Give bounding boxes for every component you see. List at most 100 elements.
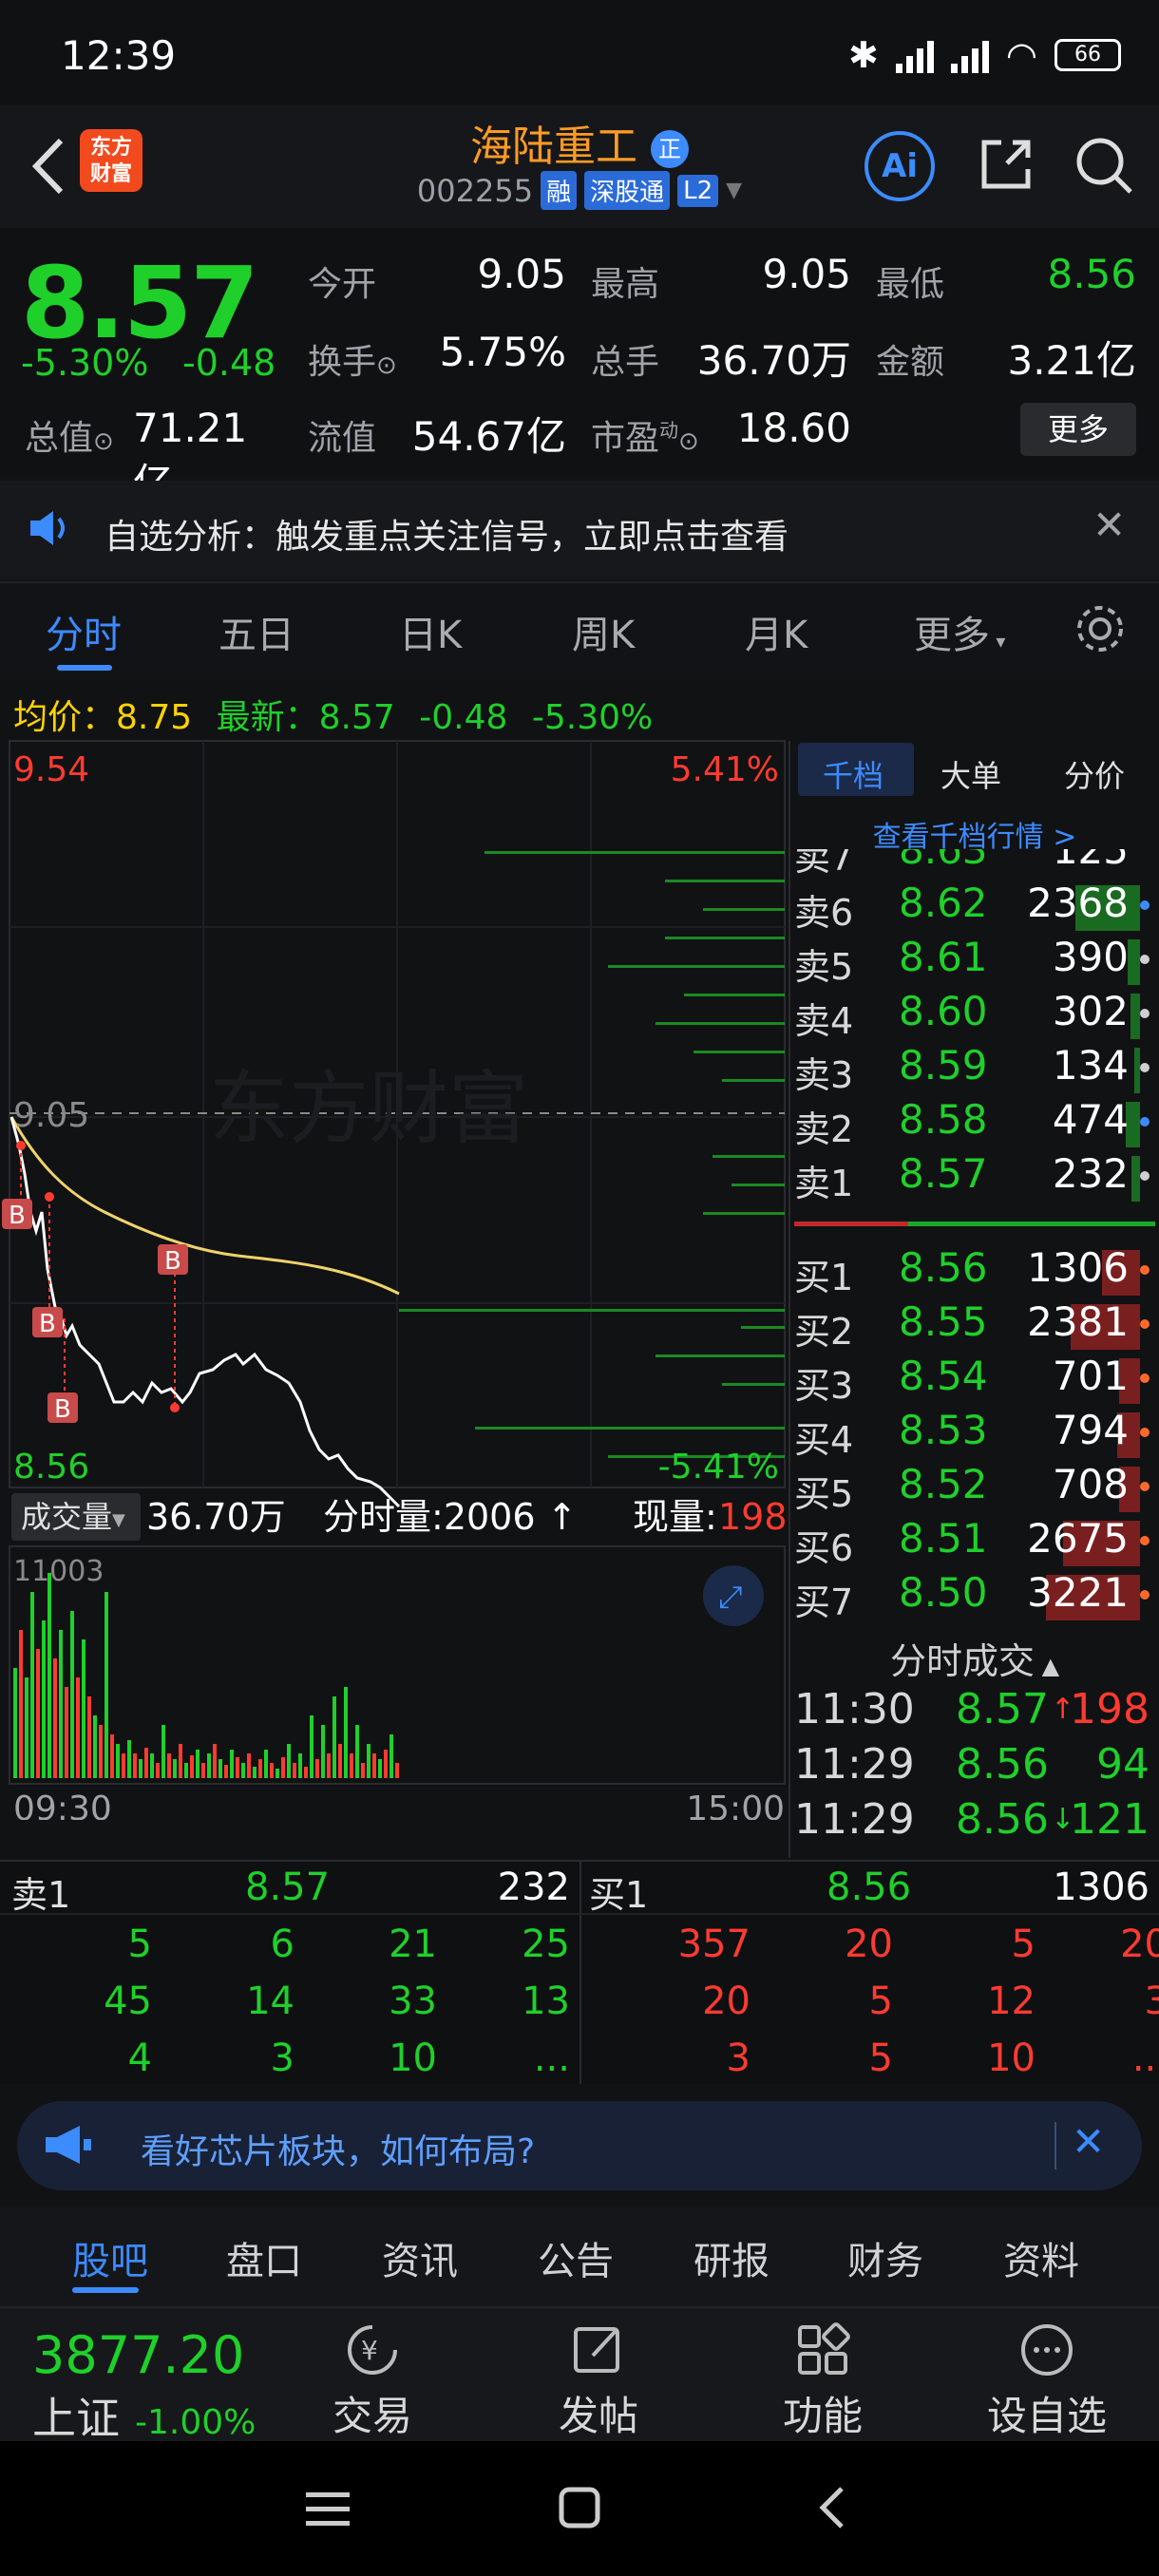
bid-label: 买1 <box>794 1257 854 1298</box>
trade-time: 11:29 <box>794 1795 915 1844</box>
ask-row[interactable]: 卖5 8.61 390 <box>794 934 1155 988</box>
trades-title[interactable]: 分时成交 ▲ <box>794 1632 1155 1684</box>
bid-row[interactable]: 买4 8.53 794 <box>794 1407 1155 1461</box>
bid-row[interactable]: 买6 8.51 2675 <box>794 1515 1155 1569</box>
tab-finance[interactable]: 财务 <box>847 2230 923 2285</box>
ask-row[interactable]: 卖6 8.62 2368 <box>794 880 1155 934</box>
ask-price: 8.62 <box>899 880 988 926</box>
ask-volume: 134 <box>1052 1042 1129 1089</box>
tick-vol: 2006 <box>444 1496 536 1538</box>
stock-name: 海陆重工 <box>470 123 637 171</box>
bid-price: 8.50 <box>899 1569 988 1616</box>
settings-icon[interactable] <box>1074 602 1127 659</box>
post-button[interactable]: 发帖 <box>532 2316 665 2442</box>
post-label: 发帖 <box>558 2393 638 2439</box>
index-widget[interactable]: 3877.20 上证 -1.00% <box>32 2327 256 2447</box>
tab-announcements[interactable]: 公告 <box>538 2230 614 2285</box>
bid-price: 8.51 <box>899 1515 988 1562</box>
close-icon[interactable]: ✕ <box>1072 2118 1105 2165</box>
tab-monthly-k[interactable]: 月K <box>745 604 808 659</box>
pe-label[interactable]: 市盈动⊙ <box>591 410 699 460</box>
tab-news[interactable]: 资讯 <box>382 2230 458 2285</box>
tab-daily-k[interactable]: 日K <box>399 604 462 659</box>
ask-dot <box>1140 900 1150 910</box>
queue-sell-vol: 232 <box>497 1866 570 1909</box>
tab-indicator <box>57 665 112 671</box>
edit-icon <box>574 2327 619 2373</box>
ask-row[interactable]: 卖2 8.58 474 <box>794 1096 1155 1150</box>
ask-row[interactable]: 卖1 8.57 232 <box>794 1150 1155 1204</box>
tab-orderbook[interactable]: 盘口 <box>226 2230 302 2285</box>
tab-intraday[interactable]: 分时 <box>46 604 122 659</box>
bid-row[interactable]: 买5 8.52 708 <box>794 1461 1155 1515</box>
queue-buy-order: 20 <box>845 1923 893 1966</box>
ask-row[interactable]: 卖7 8.63 125 <box>794 849 1155 878</box>
signal-icon <box>950 37 989 73</box>
queue-buy-order: 5 <box>868 1979 893 2023</box>
trade-button[interactable]: ¥ 交易 <box>306 2316 439 2442</box>
queue-buy-label: 买1 <box>589 1874 649 1916</box>
tab-research[interactable]: 研报 <box>694 2230 770 2285</box>
add-watchlist-button[interactable]: 设自选 <box>980 2316 1113 2442</box>
turnover-label[interactable]: 换手⊙ <box>308 334 397 384</box>
spread-divider-green <box>908 1222 1155 1226</box>
tab-price-dist[interactable]: 分价 <box>1064 752 1125 796</box>
ask-row[interactable]: 卖3 8.59 134 <box>794 1042 1155 1096</box>
queue-buy-order: 5 <box>1011 1923 1036 1966</box>
trade-price: 8.56 <box>956 1740 1049 1789</box>
trade-row: 11:29 8.56 94 <box>794 1740 1155 1795</box>
promo-text[interactable]: 看好芯片板块，如何布局? <box>141 2124 535 2173</box>
search-button[interactable] <box>1072 133 1134 196</box>
more-button[interactable]: 更多 <box>1020 403 1136 456</box>
ask-price: 8.57 <box>899 1150 988 1197</box>
queue-buy-order: 10 <box>987 2036 1036 2080</box>
back-nav-icon[interactable] <box>815 2485 847 2534</box>
amount-label: 金额 <box>876 343 945 382</box>
menu-icon[interactable] <box>306 2489 350 2534</box>
tab-five-day[interactable]: 五日 <box>218 604 294 659</box>
now-vol-label: 现量: <box>633 1496 717 1538</box>
trade-volume: 121 <box>1070 1795 1150 1844</box>
tab-depth[interactable]: 千档 <box>823 752 884 796</box>
tab-more[interactable]: 更多 ▾ <box>914 604 1005 659</box>
pct-top-label: 5.41% <box>671 750 779 789</box>
trade-icon: ¥ <box>348 2325 397 2375</box>
bid-row[interactable]: 买2 8.55 2381 <box>794 1298 1155 1353</box>
close-icon[interactable]: ✕ <box>1092 502 1126 548</box>
functions-button[interactable]: 功能 <box>756 2316 889 2442</box>
mktcap-label[interactable]: 总值⊙ <box>25 410 114 460</box>
intraday-chart[interactable]: 东方财富 B B B B 9.54 9.05 8.56 5.41% -5.41%… <box>0 737 788 1820</box>
megaphone-icon <box>42 2124 95 2169</box>
tab-profile[interactable]: 资料 <box>1003 2230 1079 2285</box>
avg-label: 均价： <box>13 698 117 737</box>
bid-row[interactable]: 买3 8.54 701 <box>794 1353 1155 1407</box>
trade-label: 交易 <box>332 2393 412 2439</box>
status-time: 12:39 <box>61 32 177 79</box>
low-label: 最低 <box>876 265 945 304</box>
queue-buy-order: 3 <box>1144 1979 1159 2023</box>
bid-row[interactable]: 买1 8.56 1306 <box>794 1244 1155 1298</box>
ask-label: 卖4 <box>794 1000 854 1042</box>
wifi-icon: ◠ <box>1005 34 1037 76</box>
notice-text[interactable]: 自选分析：触发重点关注信号，立即点击查看 <box>104 509 788 559</box>
pct-bottom-label: -5.41% <box>658 1448 779 1487</box>
queue-sell-order: 14 <box>246 1979 294 2023</box>
svg-text:¥: ¥ <box>361 2335 378 2366</box>
tab-forum[interactable]: 股吧 <box>72 2230 148 2285</box>
latest-pct: -5.30% <box>531 698 654 737</box>
queue-buy-order: ... <box>1131 2036 1159 2080</box>
bid-volume: 1306 <box>1027 1244 1129 1291</box>
verified-badge: 正 <box>651 130 689 168</box>
ask-price: 8.63 <box>899 849 988 873</box>
tick-vol-label: 分时量: <box>323 1496 444 1538</box>
home-icon[interactable] <box>559 2487 600 2532</box>
share-button[interactable] <box>975 133 1037 196</box>
ai-button[interactable]: Ai <box>864 131 935 201</box>
bid-row[interactable]: 买7 8.50 3221 <box>794 1569 1155 1623</box>
ask-row[interactable]: 卖4 8.60 302 <box>794 988 1155 1042</box>
tab-weekly-k[interactable]: 周K <box>572 604 635 659</box>
queue-buy-order: 20 <box>1120 1923 1159 1966</box>
time-end: 15:00 <box>686 1790 785 1820</box>
bid-price: 8.56 <box>899 1244 988 1291</box>
tab-big-orders[interactable]: 大单 <box>940 752 1001 796</box>
